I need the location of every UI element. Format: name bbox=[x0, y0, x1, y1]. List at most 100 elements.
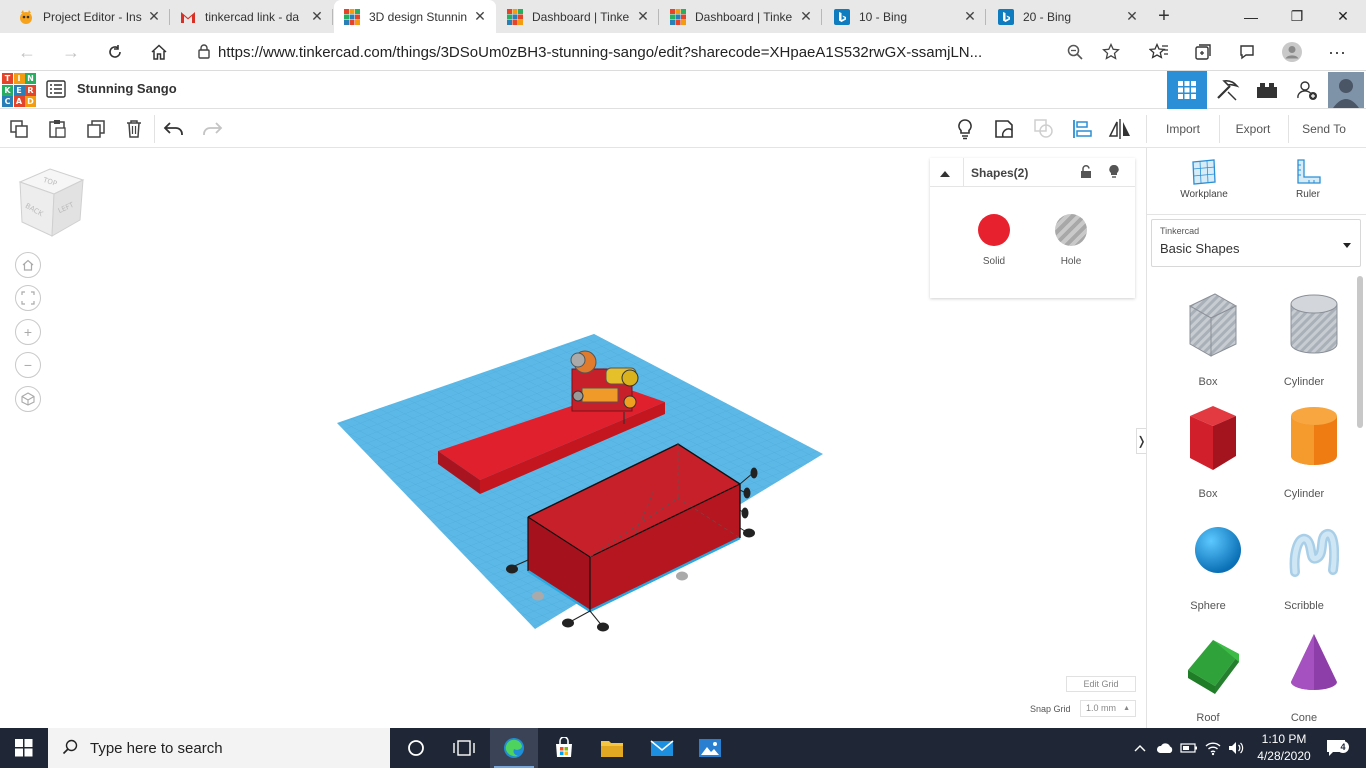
send-to-button[interactable]: Send To bbox=[1294, 117, 1354, 141]
zoom-icon[interactable] bbox=[1060, 39, 1090, 65]
taskbar-search-input[interactable]: Type here to search bbox=[48, 728, 390, 768]
edge-browser-icon[interactable] bbox=[490, 728, 538, 768]
forward-button[interactable]: → bbox=[56, 39, 86, 65]
notes-icon[interactable] bbox=[992, 117, 1016, 141]
zoom-in-icon[interactable]: + bbox=[15, 319, 41, 345]
onedrive-cloud-icon[interactable] bbox=[1155, 728, 1175, 768]
cortana-icon[interactable] bbox=[392, 728, 440, 768]
browser-tab[interactable]: Dashboard | Tinke ✕ bbox=[497, 0, 659, 33]
task-view-icon[interactable] bbox=[440, 728, 488, 768]
align-icon[interactable] bbox=[1070, 117, 1094, 141]
close-icon[interactable]: ✕ bbox=[798, 8, 814, 25]
new-tab-button[interactable]: + bbox=[1152, 5, 1176, 29]
store-icon[interactable] bbox=[540, 728, 588, 768]
undo-icon[interactable] bbox=[162, 117, 186, 141]
3d-view-button[interactable] bbox=[1167, 71, 1207, 109]
shape-sphere[interactable]: Sphere bbox=[1163, 512, 1253, 612]
close-icon[interactable]: ✕ bbox=[962, 8, 978, 25]
battery-icon[interactable] bbox=[1179, 728, 1199, 768]
back-button[interactable]: ← bbox=[12, 39, 42, 65]
wifi-icon[interactable] bbox=[1203, 728, 1223, 768]
home-icon[interactable] bbox=[144, 39, 174, 65]
edit-grid-button[interactable]: Edit Grid bbox=[1066, 676, 1136, 692]
mail-icon[interactable] bbox=[638, 728, 686, 768]
browser-tab[interactable]: Dashboard | Tinke ✕ bbox=[660, 0, 822, 33]
notifications-icon[interactable]: 4 bbox=[1322, 728, 1350, 768]
clock-date: 4/28/2020 bbox=[1257, 749, 1311, 763]
favorites-icon[interactable] bbox=[1144, 39, 1174, 65]
browser-tab-active[interactable]: 3D design Stunnin ✕ bbox=[334, 0, 496, 33]
paste-icon[interactable] bbox=[45, 117, 69, 141]
shape-box-hole[interactable]: Box bbox=[1163, 288, 1253, 388]
shape-cone[interactable]: Cone bbox=[1259, 624, 1349, 724]
shape-box-solid[interactable]: Box bbox=[1163, 400, 1253, 500]
workplane-icon bbox=[1192, 159, 1216, 185]
design-list-icon[interactable] bbox=[46, 80, 66, 101]
close-icon[interactable]: ✕ bbox=[146, 8, 162, 25]
group-icon[interactable] bbox=[1032, 117, 1056, 141]
design-title[interactable]: Stunning Sango bbox=[77, 81, 177, 96]
hole-swatch[interactable] bbox=[1055, 214, 1087, 246]
collections-icon[interactable] bbox=[1188, 39, 1218, 65]
window-close-button[interactable]: ✕ bbox=[1320, 0, 1366, 33]
user-avatar[interactable] bbox=[1327, 71, 1365, 109]
redo-icon[interactable] bbox=[200, 117, 224, 141]
visibility-bulb-icon[interactable] bbox=[1108, 164, 1120, 183]
maximize-button[interactable]: ❐ bbox=[1274, 0, 1320, 33]
profile-avatar-icon[interactable] bbox=[1277, 39, 1307, 65]
logo-letter: T bbox=[2, 73, 13, 84]
close-icon[interactable]: ✕ bbox=[309, 8, 325, 25]
shape-cylinder-hole[interactable]: Cylinder bbox=[1259, 288, 1349, 388]
volume-icon[interactable] bbox=[1226, 728, 1246, 768]
browser-tab[interactable]: 10 - Bing ✕ bbox=[824, 0, 986, 33]
ruler-label: Ruler bbox=[1296, 189, 1320, 200]
workplane-tool[interactable]: Workplane bbox=[1169, 158, 1239, 200]
zoom-out-icon[interactable]: − bbox=[15, 352, 41, 378]
lightbulb-icon[interactable] bbox=[953, 117, 977, 141]
feedback-icon[interactable] bbox=[1232, 39, 1262, 65]
close-icon[interactable]: ✕ bbox=[1124, 8, 1140, 25]
photos-icon[interactable] bbox=[686, 728, 734, 768]
file-explorer-icon[interactable] bbox=[588, 728, 636, 768]
blocks-pickaxe-icon[interactable] bbox=[1207, 71, 1247, 109]
copy-icon[interactable] bbox=[7, 117, 31, 141]
collapse-triangle-icon[interactable] bbox=[939, 167, 951, 182]
favorite-star-icon[interactable] bbox=[1096, 39, 1126, 65]
chevron-up-icon[interactable] bbox=[1132, 728, 1148, 768]
browser-tab[interactable]: Project Editor - Ins ✕ bbox=[8, 0, 170, 33]
minimize-button[interactable]: — bbox=[1228, 0, 1274, 33]
logo-letter: A bbox=[13, 96, 25, 107]
3d-scene[interactable] bbox=[330, 328, 830, 638]
delete-trash-icon[interactable] bbox=[122, 117, 146, 141]
mirror-icon[interactable] bbox=[1108, 117, 1132, 141]
close-icon[interactable]: ✕ bbox=[472, 8, 488, 25]
shape-scribble[interactable]: Scribble bbox=[1259, 512, 1349, 612]
add-user-icon[interactable] bbox=[1287, 71, 1327, 109]
more-options-icon[interactable]: ··· bbox=[1322, 39, 1352, 65]
ruler-tool[interactable]: Ruler bbox=[1273, 158, 1343, 200]
shape-cylinder-solid[interactable]: Cylinder bbox=[1259, 400, 1349, 500]
refresh-icon[interactable] bbox=[100, 39, 130, 65]
perspective-icon[interactable] bbox=[15, 386, 41, 412]
browser-tab[interactable]: 20 - Bing ✕ bbox=[988, 0, 1148, 33]
export-button[interactable]: Export bbox=[1224, 117, 1282, 141]
browser-tab[interactable]: tinkercad link - da ✕ bbox=[170, 0, 333, 33]
import-button[interactable]: Import bbox=[1152, 117, 1214, 141]
lock-icon[interactable] bbox=[1080, 165, 1092, 182]
bricks-icon[interactable] bbox=[1247, 71, 1287, 109]
url-field[interactable]: https://www.tinkercad.com/things/3DSoUm0… bbox=[190, 37, 1130, 67]
shape-roof[interactable]: Roof bbox=[1163, 624, 1253, 724]
windows-start-icon[interactable] bbox=[0, 728, 48, 768]
collapse-panel-chevron-icon[interactable]: ❭ bbox=[1136, 428, 1147, 454]
close-icon[interactable]: ✕ bbox=[635, 8, 651, 25]
duplicate-icon[interactable] bbox=[84, 117, 108, 141]
view-cube[interactable]: TOP BACK LEFT bbox=[14, 166, 86, 240]
panel-scrollbar[interactable] bbox=[1357, 276, 1363, 428]
fit-view-icon[interactable] bbox=[15, 285, 41, 311]
solid-color-swatch[interactable] bbox=[978, 214, 1010, 246]
tinkercad-logo[interactable]: T I N K E R C A D bbox=[2, 73, 36, 107]
shape-library-dropdown[interactable]: Tinkercad Basic Shapes bbox=[1151, 219, 1361, 267]
snap-grid-select[interactable]: 1.0 mm ▲ bbox=[1080, 700, 1136, 717]
taskbar-clock[interactable]: 1:10 PM 4/28/2020 bbox=[1248, 731, 1320, 765]
home-view-icon[interactable] bbox=[15, 252, 41, 278]
